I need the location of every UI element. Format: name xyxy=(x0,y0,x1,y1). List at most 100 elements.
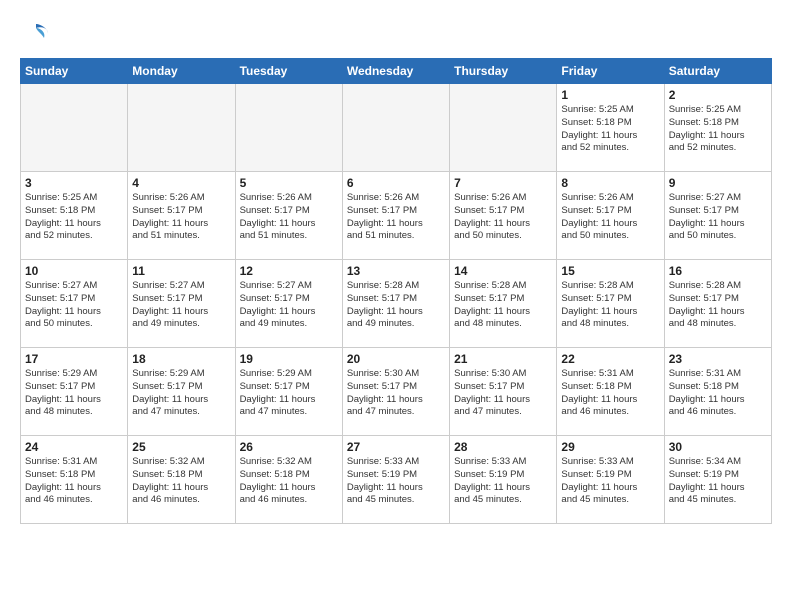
day-number: 21 xyxy=(454,352,552,366)
day-number: 26 xyxy=(240,440,338,454)
day-info: Sunrise: 5:34 AMSunset: 5:19 PMDaylight:… xyxy=(669,456,767,507)
day-cell: 15 Sunrise: 5:28 AMSunset: 5:17 PMDayligh… xyxy=(557,260,664,348)
day-number: 3 xyxy=(25,176,123,190)
day-cell: 5 Sunrise: 5:26 AMSunset: 5:17 PMDaylight… xyxy=(235,172,342,260)
day-info: Sunrise: 5:31 AMSunset: 5:18 PMDaylight:… xyxy=(669,368,767,419)
day-info: Sunrise: 5:27 AMSunset: 5:17 PMDaylight:… xyxy=(25,280,123,331)
day-info: Sunrise: 5:26 AMSunset: 5:17 PMDaylight:… xyxy=(561,192,659,243)
header xyxy=(20,16,772,48)
day-cell: 12Sunrise: 5:27 AMSunset: 5:17 PMDayligh… xyxy=(235,260,342,348)
week-row-3: 10 Sunrise: 5:27 AMSunset: 5:17 PMDayligh… xyxy=(21,260,772,348)
day-cell: 20Sunrise: 5:30 AMSunset: 5:17 PMDayligh… xyxy=(342,348,449,436)
day-cell: 28 Sunrise: 5:33 AMSunset: 5:19 PMDayligh… xyxy=(450,436,557,524)
day-info: Sunrise: 5:30 AMSunset: 5:17 PMDaylight:… xyxy=(347,368,445,419)
day-info: Sunrise: 5:25 AMSunset: 5:18 PMDaylight:… xyxy=(669,104,767,155)
day-number: 28 xyxy=(454,440,552,454)
page: SundayMondayTuesdayWednesdayThursdayFrid… xyxy=(0,0,792,612)
day-info: Sunrise: 5:26 AMSunset: 5:17 PMDaylight:… xyxy=(347,192,445,243)
day-cell: 17 Sunrise: 5:29 AMSunset: 5:17 PMDayligh… xyxy=(21,348,128,436)
day-number: 25 xyxy=(132,440,230,454)
day-cell: 16Sunrise: 5:28 AMSunset: 5:17 PMDayligh… xyxy=(664,260,771,348)
day-cell: 6 Sunrise: 5:26 AMSunset: 5:17 PMDaylight… xyxy=(342,172,449,260)
day-cell: 19 Sunrise: 5:29 AMSunset: 5:17 PMDayligh… xyxy=(235,348,342,436)
day-number: 29 xyxy=(561,440,659,454)
day-number: 13 xyxy=(347,264,445,278)
week-row-1: 1 Sunrise: 5:25 AMSunset: 5:18 PMDaylight… xyxy=(21,84,772,172)
day-cell xyxy=(128,84,235,172)
day-number: 23 xyxy=(669,352,767,366)
day-cell xyxy=(21,84,128,172)
day-number: 10 xyxy=(25,264,123,278)
day-cell: 1 Sunrise: 5:25 AMSunset: 5:18 PMDaylight… xyxy=(557,84,664,172)
weekday-header-thursday: Thursday xyxy=(450,59,557,84)
day-info: Sunrise: 5:28 AMSunset: 5:17 PMDaylight:… xyxy=(454,280,552,331)
day-info: Sunrise: 5:27 AMSunset: 5:17 PMDaylight:… xyxy=(669,192,767,243)
day-number: 19 xyxy=(240,352,338,366)
day-cell: 9Sunrise: 5:27 AMSunset: 5:17 PMDaylight… xyxy=(664,172,771,260)
weekday-header-saturday: Saturday xyxy=(664,59,771,84)
day-number: 1 xyxy=(561,88,659,102)
day-cell: 10 Sunrise: 5:27 AMSunset: 5:17 PMDayligh… xyxy=(21,260,128,348)
day-number: 8 xyxy=(561,176,659,190)
logo-bird-icon xyxy=(22,20,50,48)
day-info: Sunrise: 5:29 AMSunset: 5:17 PMDaylight:… xyxy=(132,368,230,419)
day-info: Sunrise: 5:27 AMSunset: 5:17 PMDaylight:… xyxy=(240,280,338,331)
day-number: 24 xyxy=(25,440,123,454)
day-number: 14 xyxy=(454,264,552,278)
day-number: 11 xyxy=(132,264,230,278)
day-number: 7 xyxy=(454,176,552,190)
weekday-header-tuesday: Tuesday xyxy=(235,59,342,84)
day-number: 22 xyxy=(561,352,659,366)
day-info: Sunrise: 5:26 AMSunset: 5:17 PMDaylight:… xyxy=(454,192,552,243)
day-cell: 11 Sunrise: 5:27 AMSunset: 5:17 PMDayligh… xyxy=(128,260,235,348)
weekday-header-sunday: Sunday xyxy=(21,59,128,84)
day-number: 27 xyxy=(347,440,445,454)
weekday-header-friday: Friday xyxy=(557,59,664,84)
day-number: 2 xyxy=(669,88,767,102)
day-cell: 13 Sunrise: 5:28 AMSunset: 5:17 PMDayligh… xyxy=(342,260,449,348)
day-number: 6 xyxy=(347,176,445,190)
day-info: Sunrise: 5:28 AMSunset: 5:17 PMDaylight:… xyxy=(347,280,445,331)
day-cell: 3 Sunrise: 5:25 AMSunset: 5:18 PMDaylight… xyxy=(21,172,128,260)
day-cell: 23 Sunrise: 5:31 AMSunset: 5:18 PMDayligh… xyxy=(664,348,771,436)
day-info: Sunrise: 5:29 AMSunset: 5:17 PMDaylight:… xyxy=(240,368,338,419)
day-cell: 18 Sunrise: 5:29 AMSunset: 5:17 PMDayligh… xyxy=(128,348,235,436)
day-cell: 2 Sunrise: 5:25 AMSunset: 5:18 PMDaylight… xyxy=(664,84,771,172)
logo xyxy=(20,20,50,48)
day-cell: 24Sunrise: 5:31 AMSunset: 5:18 PMDayligh… xyxy=(21,436,128,524)
day-cell xyxy=(235,84,342,172)
day-number: 17 xyxy=(25,352,123,366)
day-info: Sunrise: 5:28 AMSunset: 5:17 PMDaylight:… xyxy=(669,280,767,331)
day-cell: 29Sunrise: 5:33 AMSunset: 5:19 PMDayligh… xyxy=(557,436,664,524)
day-cell xyxy=(450,84,557,172)
day-info: Sunrise: 5:33 AMSunset: 5:19 PMDaylight:… xyxy=(454,456,552,507)
day-info: Sunrise: 5:33 AMSunset: 5:19 PMDaylight:… xyxy=(347,456,445,507)
day-number: 15 xyxy=(561,264,659,278)
day-info: Sunrise: 5:32 AMSunset: 5:18 PMDaylight:… xyxy=(132,456,230,507)
weekday-header-wednesday: Wednesday xyxy=(342,59,449,84)
day-cell: 22Sunrise: 5:31 AMSunset: 5:18 PMDayligh… xyxy=(557,348,664,436)
day-info: Sunrise: 5:26 AMSunset: 5:17 PMDaylight:… xyxy=(240,192,338,243)
day-info: Sunrise: 5:32 AMSunset: 5:18 PMDaylight:… xyxy=(240,456,338,507)
day-info: Sunrise: 5:25 AMSunset: 5:18 PMDaylight:… xyxy=(561,104,659,155)
week-row-5: 24Sunrise: 5:31 AMSunset: 5:18 PMDayligh… xyxy=(21,436,772,524)
day-cell: 30Sunrise: 5:34 AMSunset: 5:19 PMDayligh… xyxy=(664,436,771,524)
day-number: 18 xyxy=(132,352,230,366)
day-number: 4 xyxy=(132,176,230,190)
day-number: 5 xyxy=(240,176,338,190)
day-info: Sunrise: 5:29 AMSunset: 5:17 PMDaylight:… xyxy=(25,368,123,419)
day-cell: 21 Sunrise: 5:30 AMSunset: 5:17 PMDayligh… xyxy=(450,348,557,436)
day-cell xyxy=(342,84,449,172)
weekday-header-monday: Monday xyxy=(128,59,235,84)
day-info: Sunrise: 5:27 AMSunset: 5:17 PMDaylight:… xyxy=(132,280,230,331)
day-info: Sunrise: 5:25 AMSunset: 5:18 PMDaylight:… xyxy=(25,192,123,243)
day-cell: 4Sunrise: 5:26 AMSunset: 5:17 PMDaylight… xyxy=(128,172,235,260)
week-row-2: 3 Sunrise: 5:25 AMSunset: 5:18 PMDaylight… xyxy=(21,172,772,260)
day-cell: 25 Sunrise: 5:32 AMSunset: 5:18 PMDayligh… xyxy=(128,436,235,524)
day-cell: 8 Sunrise: 5:26 AMSunset: 5:17 PMDaylight… xyxy=(557,172,664,260)
day-cell: 7 Sunrise: 5:26 AMSunset: 5:17 PMDaylight… xyxy=(450,172,557,260)
day-info: Sunrise: 5:28 AMSunset: 5:17 PMDaylight:… xyxy=(561,280,659,331)
calendar-table: SundayMondayTuesdayWednesdayThursdayFrid… xyxy=(20,58,772,524)
day-info: Sunrise: 5:30 AMSunset: 5:17 PMDaylight:… xyxy=(454,368,552,419)
day-cell: 27 Sunrise: 5:33 AMSunset: 5:19 PMDayligh… xyxy=(342,436,449,524)
